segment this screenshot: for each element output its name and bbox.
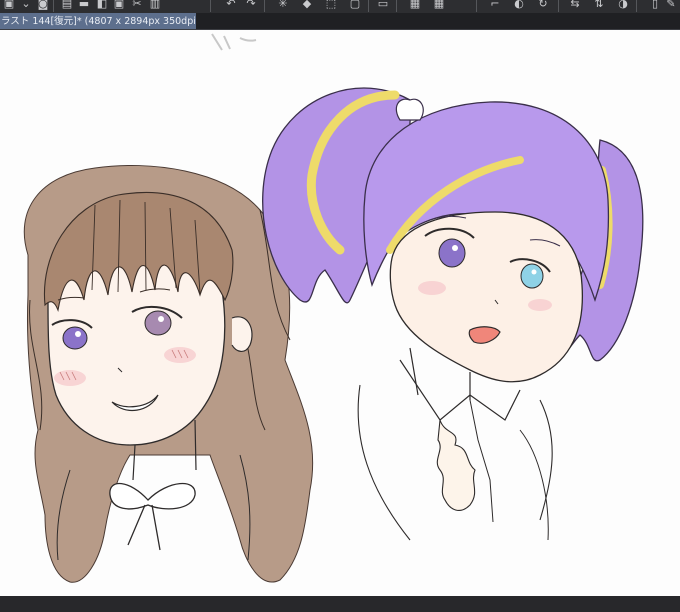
flip-icon[interactable]: ⇆ — [568, 0, 582, 11]
transform-icon[interactable]: ⬚ — [324, 0, 338, 11]
toolbar-separator — [53, 0, 54, 12]
hair-tie — [395, 98, 424, 121]
document-icon[interactable]: ▤ — [60, 0, 74, 11]
sketch-marks — [211, 33, 257, 51]
rotate-icon[interactable]: ↻ — [536, 0, 550, 11]
ruler-icon-alt[interactable]: ⌐ — [488, 0, 502, 11]
select-all-icon[interactable]: ▢ — [348, 0, 362, 11]
layer-icon[interactable]: ▣ — [2, 0, 16, 11]
toolbar-separator — [264, 0, 265, 12]
purple-girl-face — [389, 211, 584, 383]
bottom-bar — [0, 596, 680, 612]
jabot-ruffle — [436, 419, 476, 511]
paste-icon[interactable]: ▥ — [148, 0, 162, 11]
snap-icon[interactable]: ◐ — [512, 0, 526, 11]
document-tab-bar: ラスト 144[復元]* (4807 x 2894px 350dpi 75.2%… — [0, 13, 680, 30]
toolbar-separator — [476, 0, 477, 12]
copy-icon[interactable]: ▣ — [112, 0, 126, 11]
camera-icon[interactable]: ◙ — [36, 0, 50, 11]
toolbar-separator — [636, 0, 637, 12]
grid-icon[interactable]: ▦ — [408, 0, 422, 11]
clear-icon[interactable]: ✳ — [276, 0, 290, 11]
chevron-down-icon[interactable]: ⌄ — [19, 0, 33, 11]
toolbar-separator — [210, 0, 211, 12]
save-icon[interactable]: ▬ — [77, 0, 91, 11]
document-tab[interactable]: ラスト 144[復元]* (4807 x 2894px 350dpi 75.2%… — [0, 13, 196, 30]
cut-icon[interactable]: ✂ — [130, 0, 144, 11]
drawing-canvas[interactable] — [0, 30, 680, 596]
document-tab-title: ラスト 144[復元]* (4807 x 2894px 350dpi 75.2%… — [1, 16, 196, 27]
undo-icon[interactable]: ↶ — [224, 0, 238, 11]
toolbar-separator — [558, 0, 559, 12]
illustration — [23, 33, 644, 583]
purple-haired-girl — [262, 87, 644, 541]
device-icon[interactable]: ▯ — [648, 0, 662, 11]
fill-icon[interactable]: ◆ — [300, 0, 314, 11]
ruler-icon[interactable]: ▭ — [376, 0, 390, 11]
top-toolbar: ▣ ⌄ ◙ ▤ ▬ ◧ ▣ ✂ ▥ ↶ ↷ ✳ ◆ ⬚ ▢ ▭ ▦ ▦ ⌐ ◐ … — [0, 0, 680, 13]
brown-girl-blush — [54, 370, 86, 386]
toolbar-separator — [396, 0, 397, 12]
redo-icon[interactable]: ↷ — [244, 0, 258, 11]
reset-view-icon[interactable]: ◑ — [616, 0, 630, 11]
toolbar-separator — [368, 0, 369, 12]
grid-icon-alt[interactable]: ▦ — [432, 0, 446, 11]
flip-vertical-icon[interactable]: ⇅ — [592, 0, 606, 11]
pen-settings-icon[interactable]: ✎ — [664, 0, 678, 11]
eraser-icon[interactable]: ◧ — [95, 0, 109, 11]
purple-girl-blush — [418, 281, 446, 295]
